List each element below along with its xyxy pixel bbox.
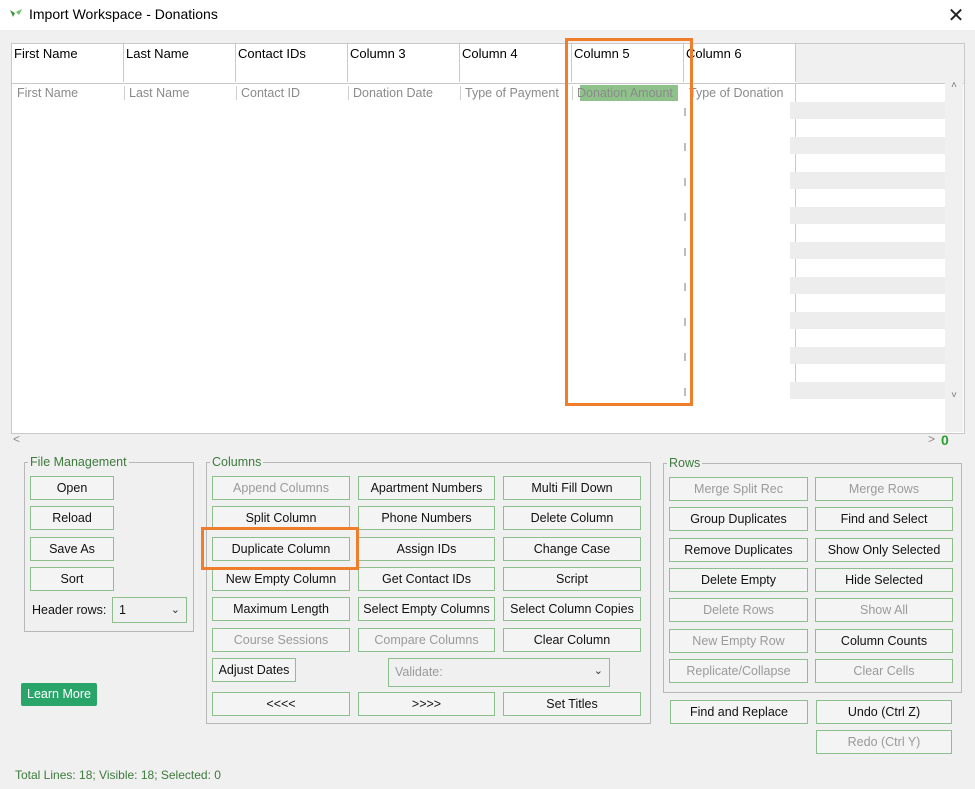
scroll-right-icon[interactable]: > [928, 432, 935, 446]
row-stripes [790, 102, 945, 402]
column-header-last-name[interactable]: Last Name [124, 44, 236, 82]
find-and-replace-button[interactable]: Find and Replace [670, 700, 808, 724]
show-all-button[interactable]: Show All [815, 598, 953, 622]
multi-fill-down-button[interactable]: Multi Fill Down [503, 476, 641, 500]
redo-button[interactable]: Redo (Ctrl Y) [816, 730, 952, 754]
replicate-collapse-button[interactable]: Replicate/Collapse [669, 659, 808, 683]
phone-numbers-button[interactable]: Phone Numbers [358, 506, 495, 530]
delete-column-button[interactable]: Delete Column [503, 506, 641, 530]
horizontal-scrollbar[interactable]: < > 0 [11, 432, 963, 449]
header-rows-label: Header rows: [32, 603, 107, 617]
mapped-field-last-name[interactable]: Last Name [124, 84, 236, 102]
new-empty-column-button[interactable]: New Empty Column [212, 567, 350, 591]
mapped-field-type-of-payment[interactable]: Type of Payment [460, 84, 572, 102]
show-only-selected-button[interactable]: Show Only Selected [815, 538, 953, 562]
chevron-down-icon: ⌄ [170, 604, 180, 616]
compare-columns-button[interactable]: Compare Columns [358, 628, 495, 652]
validate-select[interactable]: Validate: ⌄ [388, 658, 610, 687]
set-titles-button[interactable]: Set Titles [503, 692, 641, 716]
assign-ids-button[interactable]: Assign IDs [358, 537, 495, 561]
previous-button[interactable]: <<<< [212, 692, 350, 716]
column-header-column-4[interactable]: Column 4 [460, 44, 572, 82]
hide-selected-button[interactable]: Hide Selected [815, 568, 953, 592]
open-button[interactable]: Open [30, 476, 114, 500]
duplicate-column-callout-box [201, 527, 359, 570]
scroll-left-icon[interactable]: < [13, 432, 20, 446]
app-logo-icon [10, 9, 22, 17]
header-rows-value: 1 [119, 603, 126, 617]
select-column-copies-button[interactable]: Select Column Copies [503, 597, 641, 621]
scroll-up-icon[interactable]: ˄ [945, 80, 963, 94]
apartment-numbers-button[interactable]: Apartment Numbers [358, 476, 495, 500]
column-counts-button[interactable]: Column Counts [815, 629, 953, 653]
delete-rows-button[interactable]: Delete Rows [669, 598, 808, 622]
append-columns-button[interactable]: Append Columns [212, 476, 350, 500]
column-header-first-name[interactable]: First Name [12, 44, 124, 82]
header-rows-select[interactable]: 1 ⌄ [112, 597, 187, 623]
adjust-dates-button[interactable]: Adjust Dates [212, 658, 296, 682]
find-and-select-button[interactable]: Find and Select [815, 507, 953, 531]
save-as-button[interactable]: Save As [30, 537, 114, 561]
script-button[interactable]: Script [503, 567, 641, 591]
remove-duplicates-button[interactable]: Remove Duplicates [669, 538, 808, 562]
rows-label: Rows [667, 456, 703, 470]
clear-column-button[interactable]: Clear Column [503, 628, 641, 652]
title-bar: Import Workspace - Donations ✕ [0, 0, 975, 30]
columns-label: Columns [210, 455, 264, 469]
maximum-length-button[interactable]: Maximum Length [212, 597, 350, 621]
new-empty-row-button[interactable]: New Empty Row [669, 629, 808, 653]
window-title: Import Workspace - Donations [29, 6, 218, 22]
next-button[interactable]: >>>> [358, 692, 495, 716]
mapped-field-type-of-donation[interactable]: Type of Donation [684, 84, 796, 102]
change-case-button[interactable]: Change Case [503, 537, 641, 561]
chevron-down-icon: ⌄ [593, 665, 603, 677]
merge-split-rec-button[interactable]: Merge Split Rec [669, 477, 808, 501]
column-header-column-3[interactable]: Column 3 [348, 44, 460, 82]
column-5-callout-box [565, 38, 693, 406]
file-management-label: File Management [28, 455, 129, 469]
select-empty-columns-button[interactable]: Select Empty Columns [358, 597, 495, 621]
merge-rows-button[interactable]: Merge Rows [815, 477, 953, 501]
course-sessions-button[interactable]: Course Sessions [212, 628, 350, 652]
mapped-field-first-name[interactable]: First Name [12, 84, 124, 102]
mapped-field-donation-date[interactable]: Donation Date [348, 84, 460, 102]
group-duplicates-button[interactable]: Group Duplicates [669, 507, 808, 531]
learn-more-button[interactable]: Learn More [21, 683, 97, 706]
undo-button[interactable]: Undo (Ctrl Z) [816, 700, 952, 724]
status-bar-text: Total Lines: 18; Visible: 18; Selected: … [15, 768, 221, 782]
column-header-contact-ids[interactable]: Contact IDs [236, 44, 348, 82]
vertical-scrollbar[interactable]: ˄ ˅ [945, 44, 963, 432]
column-header-column-6[interactable]: Column 6 [684, 44, 796, 82]
delete-empty-button[interactable]: Delete Empty [669, 568, 808, 592]
validate-placeholder: Validate: [395, 665, 443, 679]
close-icon[interactable]: ✕ [942, 2, 970, 28]
sort-button[interactable]: Sort [30, 567, 114, 591]
clear-cells-button[interactable]: Clear Cells [815, 659, 953, 683]
scroll-down-icon[interactable]: ˅ [945, 390, 963, 404]
scroll-position-indicator: 0 [941, 432, 949, 448]
mapped-field-contact-id[interactable]: Contact ID [236, 84, 348, 102]
data-grid[interactable]: First Name Last Name Contact IDs Column … [11, 43, 965, 434]
header-filler [796, 44, 964, 84]
get-contact-ids-button[interactable]: Get Contact IDs [358, 567, 495, 591]
reload-button[interactable]: Reload [30, 506, 114, 530]
